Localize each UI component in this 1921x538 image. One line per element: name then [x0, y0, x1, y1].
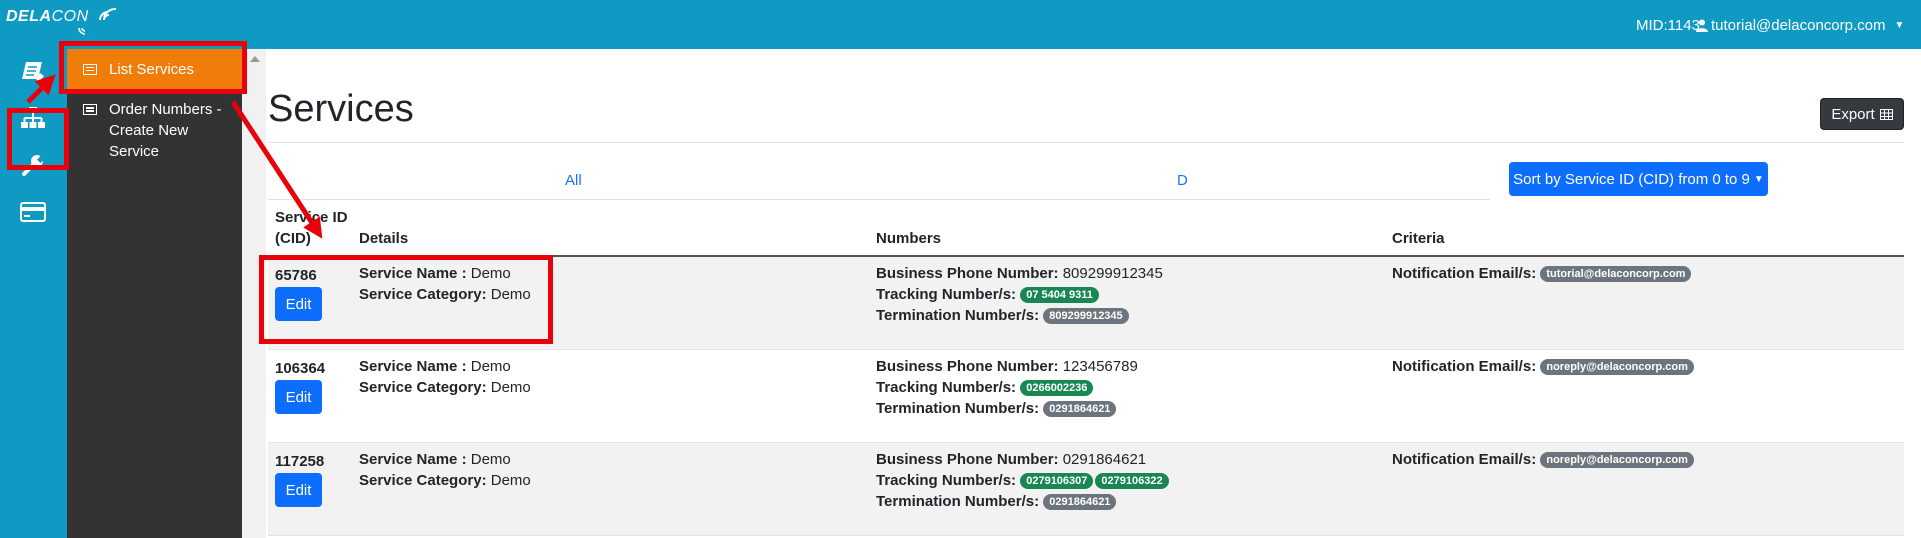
business-phone: Business Phone Number: 123456789 [876, 358, 1138, 375]
service-name: Service Name : Demo [359, 358, 511, 375]
signal-waves-icon [99, 8, 117, 21]
service-category: Service Category: Demo [359, 472, 531, 489]
table-icon [1879, 108, 1893, 120]
divider [268, 142, 1904, 143]
sort-dropdown-button[interactable]: Sort by Service ID (CID) from 0 to 9 ▼ [1509, 162, 1768, 196]
top-bar: DELACON MID:1143 tutorial@delaconcorp.co… [0, 0, 1921, 49]
table-row: 117258 Edit Service Name : Demo Service … [268, 443, 1904, 536]
notification-emails: Notification Email/s: noreply@delaconcor… [1392, 356, 1696, 377]
tab-all[interactable]: All [565, 172, 582, 189]
sidebar: List Services Order Numbers - Create New… [67, 49, 242, 538]
list-icon [83, 104, 97, 115]
brand-logo[interactable]: DELACON [6, 8, 89, 26]
annotation-highlight-first-row [259, 255, 553, 344]
scroll-up-icon[interactable] [250, 56, 260, 62]
page-title: Services [268, 88, 414, 130]
tracking-numbers: Tracking Number/s: 0266002236 [876, 377, 1095, 398]
chevron-down-icon: ▼ [1894, 20, 1905, 31]
column-header-criteria: Criteria [1392, 230, 1445, 247]
column-header-cid: Service ID (CID) [275, 209, 348, 247]
credit-card-icon[interactable] [16, 195, 50, 229]
sidebar-item-label: Order Numbers - Create New Service [109, 101, 222, 160]
edit-button[interactable]: Edit [275, 380, 322, 414]
user-email: tutorial@delaconcorp.com [1711, 17, 1886, 34]
service-category: Service Category: Demo [359, 379, 531, 396]
service-id: 117258 [275, 453, 325, 470]
termination-badge: 0291864621 [1043, 401, 1117, 417]
edit-button[interactable]: Edit [275, 473, 322, 507]
tracking-badge: 0279106322 [1095, 473, 1169, 489]
export-button[interactable]: Export [1820, 98, 1904, 130]
business-phone: Business Phone Number: 809299912345 [876, 265, 1163, 282]
notification-emails: Notification Email/s: noreply@delaconcor… [1392, 449, 1696, 470]
column-header-numbers: Numbers [876, 230, 942, 247]
merchant-id: MID:1143 [1636, 17, 1700, 34]
email-badge: tutorial@delaconcorp.com [1540, 266, 1692, 282]
termination-badge: 0291864621 [1043, 494, 1117, 510]
service-name: Service Name : Demo [359, 451, 511, 468]
user-menu[interactable]: tutorial@delaconcorp.com ▼ [1696, 17, 1904, 34]
document-icon[interactable] [16, 55, 50, 89]
tracking-badge: 0266002236 [1020, 380, 1094, 396]
business-phone: Business Phone Number: 0291864621 [876, 451, 1147, 468]
tab-d[interactable]: D [1177, 172, 1188, 189]
tracking-numbers: Tracking Number/s: 07 5404 9311 [876, 284, 1101, 305]
termination-numbers: Termination Number/s: 0291864621 [876, 398, 1118, 419]
filter-tabs: All D [268, 164, 1490, 200]
annotation-highlight-list-services [59, 41, 247, 94]
email-badge: noreply@delaconcorp.com [1540, 452, 1694, 468]
termination-numbers: Termination Number/s: 809299912345 [876, 305, 1131, 326]
email-badge: noreply@delaconcorp.com [1540, 359, 1694, 375]
table-row: 106364 Edit Service Name : Demo Service … [268, 350, 1904, 443]
termination-numbers: Termination Number/s: 0291864621 [876, 491, 1118, 512]
user-icon [1696, 19, 1708, 32]
tracking-badge: 07 5404 9311 [1020, 287, 1099, 303]
annotation-highlight-services-icon [7, 108, 69, 170]
notification-emails: Notification Email/s: tutorial@delaconco… [1392, 263, 1693, 284]
tracking-badge: 0279106307 [1020, 473, 1094, 489]
tracking-numbers: Tracking Number/s: 0279106307 0279106322 [876, 470, 1171, 491]
column-header-details: Details [359, 230, 409, 247]
termination-badge: 809299912345 [1043, 308, 1129, 324]
sidebar-item-order-numbers[interactable]: Order Numbers - Create New Service [67, 99, 242, 162]
signal-small-icon [78, 27, 86, 35]
service-id: 106364 [275, 360, 326, 377]
caret-down-icon: ▼ [1753, 173, 1764, 185]
